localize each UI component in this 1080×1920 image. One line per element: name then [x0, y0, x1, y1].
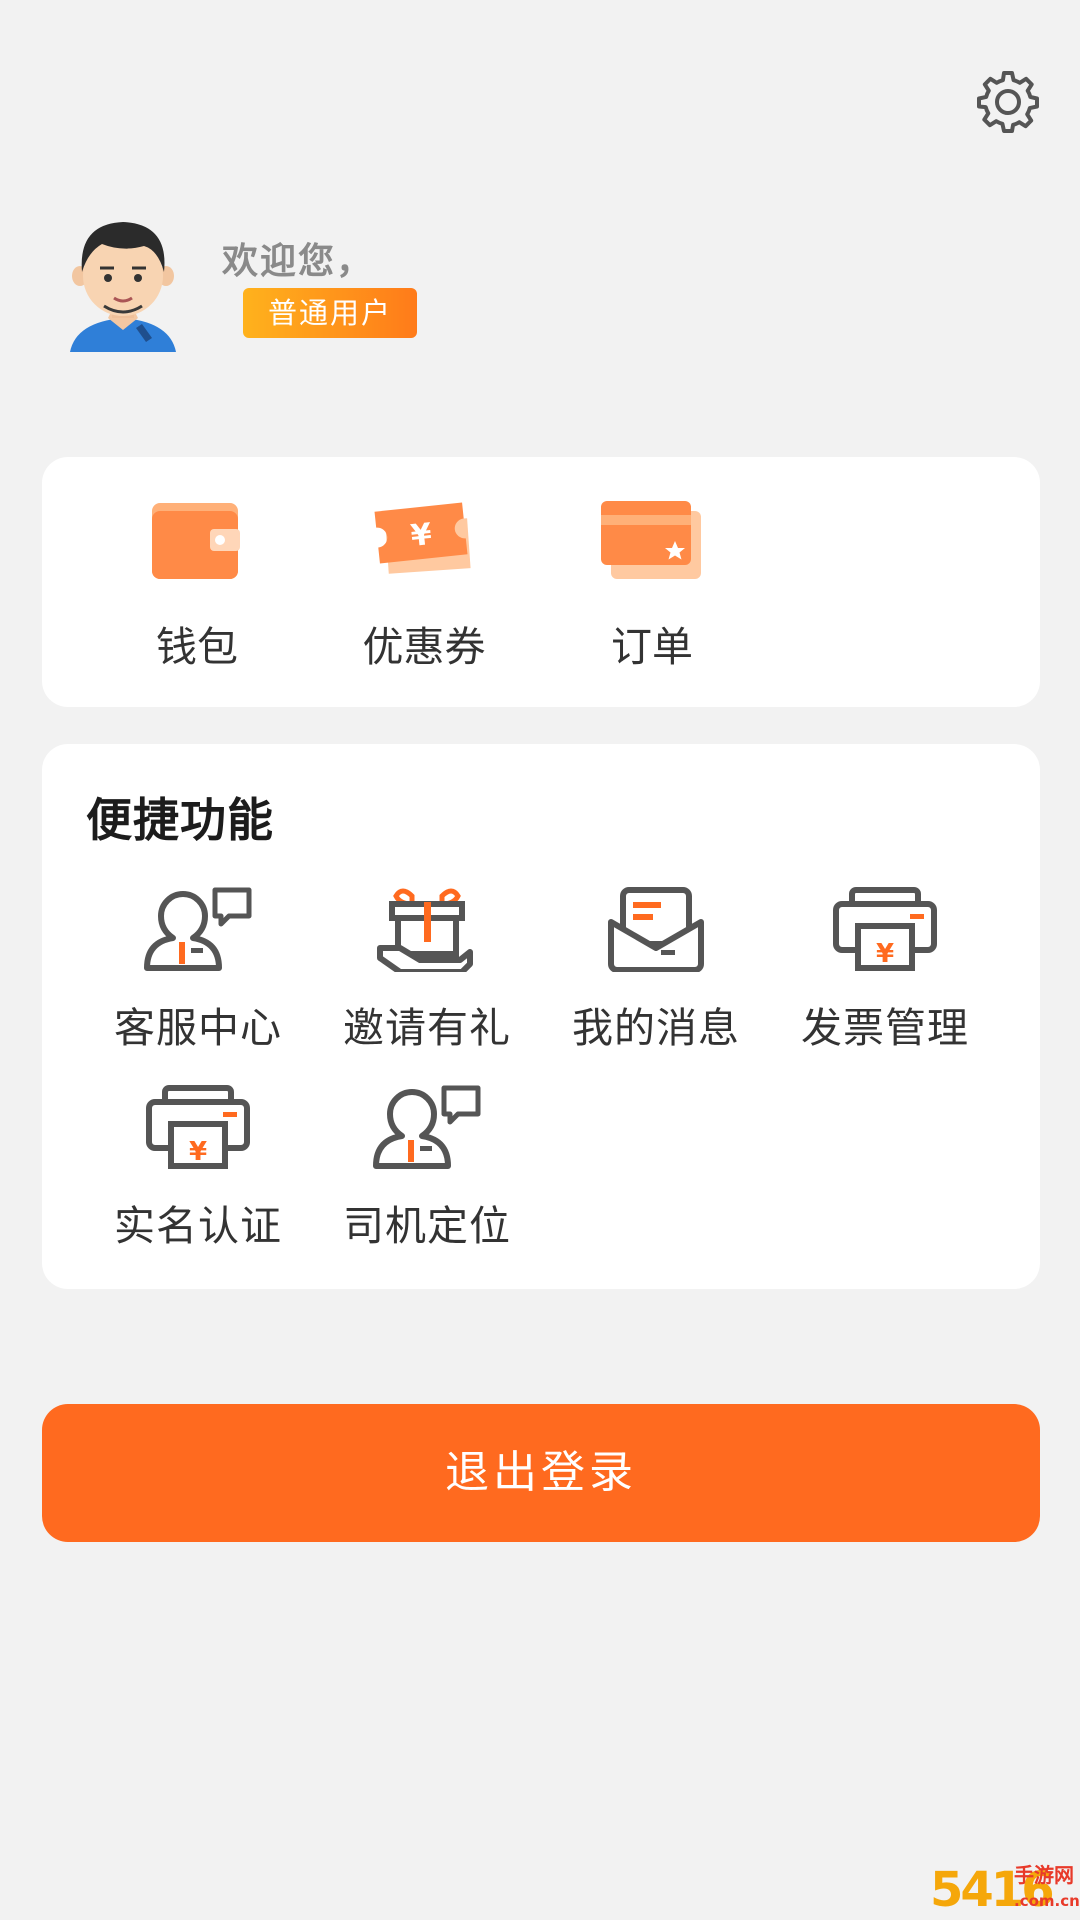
svg-text:¥: ¥: [189, 1137, 207, 1167]
quick-functions-card: 便捷功能 客服中心 邀请有礼 我的消息 ¥ 发票管理 ¥ 实名认证 司机定位: [42, 744, 1040, 1289]
welcome-text: 欢迎您，: [222, 241, 375, 282]
customer-service-label: 客服中心: [114, 1004, 282, 1052]
wallet-label: 钱包: [156, 623, 238, 671]
coupon-icon: ¥: [374, 502, 471, 574]
coupon-entry[interactable]: ¥ 优惠券: [329, 497, 519, 677]
watermark-site-name: 手游网: [1014, 1863, 1074, 1887]
svg-text:¥: ¥: [876, 939, 894, 969]
invite-gift-label: 邀请有礼: [343, 1004, 511, 1052]
driver-location-icon: [373, 1085, 481, 1169]
my-messages-entry[interactable]: 我的消息: [542, 886, 770, 1056]
user-avatar[interactable]: [64, 220, 182, 358]
driver-location-entry[interactable]: 司机定位: [313, 1084, 541, 1254]
settings-button[interactable]: [972, 66, 1044, 138]
invite-gift-entry[interactable]: 邀请有礼: [313, 886, 541, 1056]
real-name-auth-entry[interactable]: ¥ 实名认证: [84, 1084, 312, 1254]
order-card-icon: [601, 501, 701, 579]
quick-functions-title: 便捷功能: [86, 793, 274, 847]
order-entry[interactable]: 订单: [557, 497, 747, 677]
wallet-icon: [152, 503, 240, 579]
invoice-printer-icon: ¥: [833, 887, 937, 971]
customer-service-entry[interactable]: 客服中心: [84, 886, 312, 1056]
logout-button[interactable]: 退出登录: [42, 1404, 1040, 1542]
wallet-entry[interactable]: 钱包: [102, 497, 292, 677]
coupon-label: 优惠券: [362, 623, 486, 671]
svg-text:¥: ¥: [409, 517, 434, 554]
invoice-management-label: 发票管理: [801, 1004, 969, 1052]
message-envelope-icon: [608, 887, 704, 972]
id-verify-printer-icon: ¥: [146, 1085, 250, 1169]
assets-card: 钱包 ¥ 优惠券 订单: [42, 457, 1040, 707]
gear-icon: [977, 71, 1039, 133]
customer-service-icon: [144, 887, 252, 971]
site-watermark: 5416 手游网 .com.cn: [926, 1860, 1080, 1920]
gift-icon: [377, 888, 473, 972]
driver-location-label: 司机定位: [343, 1202, 511, 1250]
user-role-badge: 普通用户: [243, 288, 417, 338]
profile-header: 欢迎您， 普通用户: [56, 220, 656, 370]
my-messages-label: 我的消息: [572, 1004, 740, 1052]
invoice-management-entry[interactable]: ¥ 发票管理: [771, 886, 999, 1056]
real-name-auth-label: 实名认证: [114, 1202, 282, 1250]
watermark-domain: .com.cn: [1014, 1892, 1080, 1910]
order-label: 订单: [611, 623, 693, 671]
